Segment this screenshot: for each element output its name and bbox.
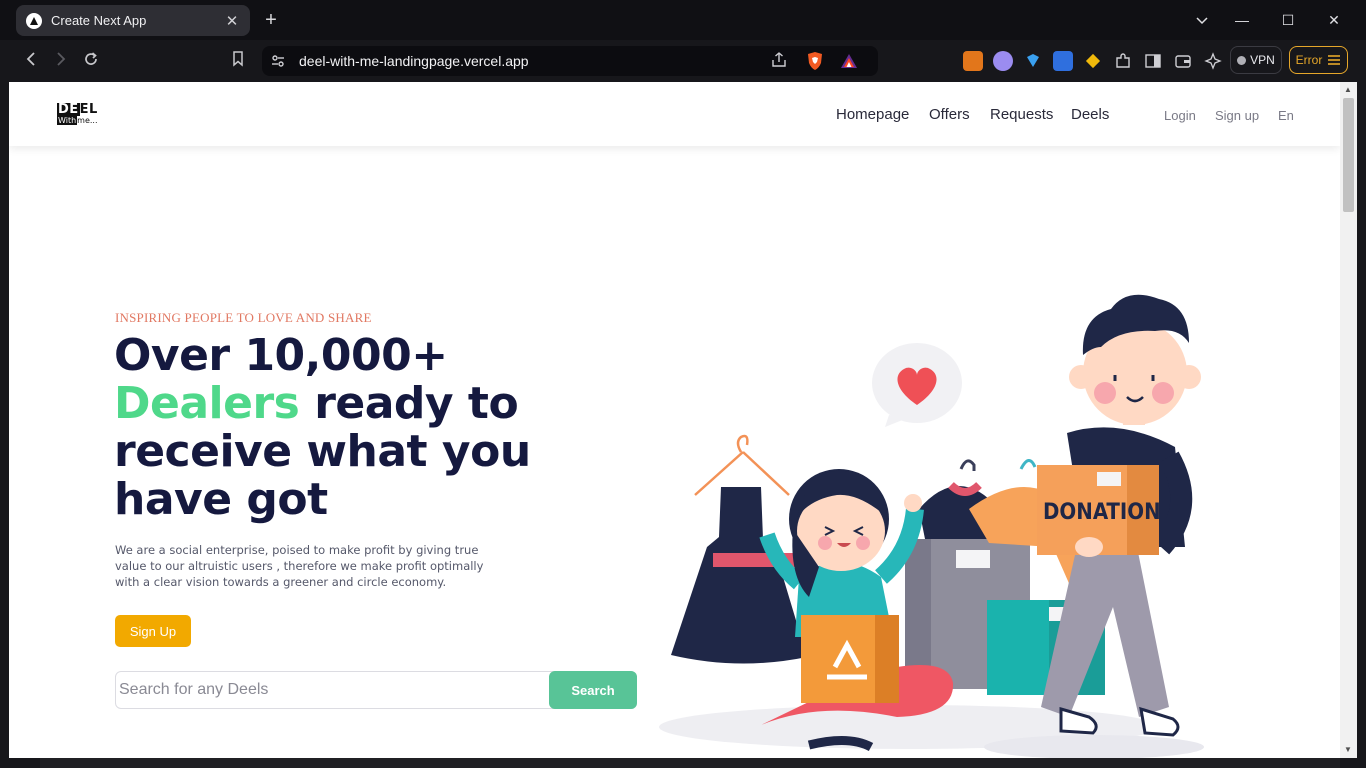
logo-sub-rest: me... [77,116,98,125]
signup-link[interactable]: Sign up [1215,108,1259,123]
deels-search-bar: Search [115,671,637,709]
nav-offers[interactable]: Offers [929,106,970,123]
headline-accent: Dealers [114,378,300,429]
site-header: DEEL Withme... Homepage Offers Requests … [9,82,1340,146]
nextjs-favicon-icon [26,12,42,29]
browser-tab[interactable]: Create Next App ✕ [16,5,250,36]
vpn-label: VPN [1250,53,1275,67]
vpn-button[interactable]: VPN [1230,46,1282,74]
hero-headline: Over 10,000+ Dealers ready to receive wh… [114,332,554,524]
back-icon[interactable] [19,49,43,73]
logo-mark-box: DE [57,102,80,117]
tab-search-chevron-icon[interactable] [1189,8,1215,32]
brave-rewards-icon[interactable] [840,52,858,70]
ghost-extension-icon[interactable] [993,51,1013,71]
nav-deels[interactable]: Deels [1071,106,1109,123]
nav-homepage[interactable]: Homepage [836,106,909,123]
maximize-button[interactable]: ☐ [1275,8,1301,32]
tab-close-icon[interactable]: ✕ [224,12,240,30]
brave-shields-icon[interactable] [806,51,824,71]
close-window-button[interactable]: ✕ [1321,8,1347,32]
error-menu-button[interactable]: Error [1289,46,1348,74]
tab-title: Create Next App [51,13,147,28]
donation-box-label: DONATION [1043,500,1161,525]
deel-with-me-logo[interactable]: DEEL Withme... [57,103,101,129]
deels-search-button[interactable]: Search [549,671,637,709]
error-label: Error [1295,53,1323,67]
url-text[interactable]: deel-with-me-landingpage.vercel.app [299,53,529,69]
nav-requests[interactable]: Requests [990,106,1053,123]
scroll-up-arrow-icon[interactable]: ▲ [1344,85,1352,94]
site-settings-icon[interactable] [270,53,286,69]
binance-extension-icon[interactable] [1083,51,1103,71]
logo-mark-rest: EL [79,102,98,117]
browser-toolbar: deel-with-me-landingpage.vercel.app VPN … [0,40,1366,82]
reload-icon[interactable] [79,49,103,73]
page-viewport: DEEL Withme... Homepage Offers Requests … [9,82,1340,758]
deels-search-input[interactable] [119,673,545,707]
hero-description: We are a social enterprise, poised to ma… [115,543,484,589]
heart-bubble-icon [872,343,962,427]
leo-ai-icon[interactable] [1203,51,1223,71]
headline-line-1: Over 10,000+ [114,330,448,381]
calendar-extension-icon[interactable] [1053,51,1073,71]
hamburger-menu-icon [1328,55,1341,65]
extensions-puzzle-icon[interactable] [1113,51,1133,71]
language-selector[interactable]: En [1278,108,1294,123]
donation-illustration: DONATION [659,294,1204,758]
share-icon[interactable] [770,51,790,71]
logo-sub-box: With [57,116,78,125]
browser-window: Create Next App ✕ + — ☐ ✕ deel-with-me-l… [0,0,1366,768]
address-bar[interactable]: deel-with-me-landingpage.vercel.app [262,46,878,76]
minimize-button[interactable]: — [1229,8,1255,32]
wallet-icon[interactable] [1173,51,1193,71]
headline-line-4: have got [114,474,328,525]
new-tab-button[interactable]: + [260,9,282,31]
page-scrollbar[interactable]: ▲ ▼ [1340,82,1357,758]
gem-extension-icon[interactable] [1023,51,1043,71]
taskbar-edge [40,758,1340,768]
vpn-status-icon [1237,55,1247,65]
sidebar-toggle-icon[interactable] [1143,51,1163,71]
metamask-extension-icon[interactable] [963,51,983,71]
hero-signup-button[interactable]: Sign Up [115,615,191,647]
tab-bar: Create Next App ✕ + — ☐ ✕ [0,0,1366,40]
login-link[interactable]: Login [1164,108,1196,123]
hero-eyebrow: INSPIRING PEOPLE TO LOVE AND SHARE [115,310,372,325]
scrollbar-thumb[interactable] [1343,98,1354,212]
headline-line-3: receive what you [114,426,531,477]
forward-icon[interactable] [49,49,73,73]
bookmark-icon[interactable] [226,49,250,73]
scroll-down-arrow-icon[interactable]: ▼ [1344,745,1352,754]
headline-line-2: ready to [299,378,519,429]
